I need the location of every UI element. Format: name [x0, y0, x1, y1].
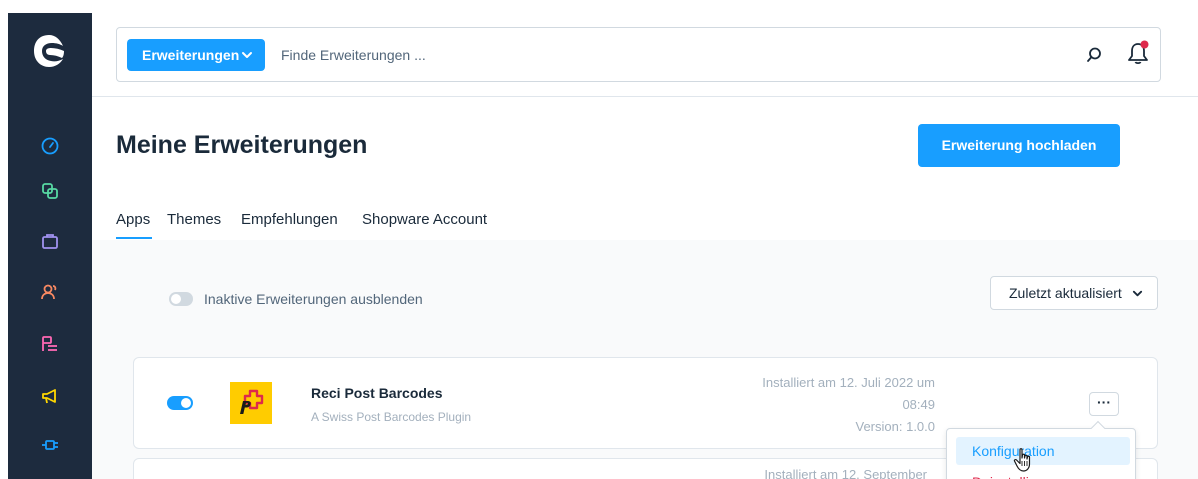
customers-icon[interactable] — [40, 282, 60, 302]
installed-date: Installiert am 12. September — [764, 467, 927, 479]
toggle-knob — [181, 398, 191, 408]
extension-active-toggle[interactable] — [167, 396, 193, 410]
tab-recommendations[interactable]: Empfehlungen — [241, 211, 338, 228]
search-input[interactable] — [281, 41, 1061, 69]
installed-date: Installiert am 12. Juli 2022 um — [762, 375, 935, 390]
marketing-icon[interactable] — [40, 386, 60, 406]
extension-context-menu: Konfiguration Deinstallieren — [946, 420, 1136, 479]
tab-shopware-account[interactable]: Shopware Account — [362, 211, 487, 228]
search-icon[interactable] — [1085, 46, 1103, 64]
page-title: Meine Erweiterungen — [116, 131, 368, 159]
sort-select-value: Zuletzt aktualisiert — [1009, 285, 1122, 301]
more-actions-button[interactable]: ··· — [1089, 392, 1119, 416]
hand-pointer-icon — [1013, 448, 1031, 472]
menu-item-configuration[interactable]: Konfiguration — [956, 437, 1130, 465]
sort-select[interactable]: Zuletzt aktualisiert — [990, 276, 1158, 310]
hide-inactive-toggle[interactable] — [169, 292, 193, 306]
orders-icon[interactable] — [40, 231, 60, 251]
dashboard-icon[interactable] — [40, 136, 60, 156]
extension-description: A Swiss Post Barcodes Plugin — [311, 410, 472, 424]
toggle-knob — [171, 294, 181, 304]
extension-install-info: Installiert am 12. Juli 2022 um 08:49 Ve… — [695, 372, 935, 438]
extension-version: Version: 1.0.0 — [855, 419, 936, 434]
extensions-icon[interactable] — [40, 435, 60, 455]
chevron-down-icon — [242, 52, 252, 58]
menu-item-uninstall[interactable]: Deinstallieren — [956, 469, 1130, 479]
upload-extension-button[interactable]: Erweiterung hochladen — [918, 124, 1120, 167]
hide-inactive-label: Inaktive Erweiterungen ausblenden — [204, 291, 423, 307]
admin-sidebar — [8, 13, 92, 479]
active-tab-indicator — [116, 237, 152, 239]
installed-time: 08:49 — [902, 397, 935, 412]
extension-name: Reci Post Barcodes — [311, 385, 443, 401]
chevron-down-icon — [1132, 290, 1143, 297]
swiss-post-logo-icon — [230, 382, 272, 424]
header-divider — [92, 96, 1198, 97]
global-search: Erweiterungen — [116, 27, 1161, 82]
tab-apps[interactable]: Apps — [116, 211, 150, 228]
search-type-label: Erweiterungen — [142, 47, 240, 63]
shopware-logo-icon[interactable] — [29, 31, 69, 71]
notification-bell-icon[interactable] — [1126, 40, 1150, 66]
content-icon[interactable] — [40, 334, 60, 354]
search-type-dropdown[interactable]: Erweiterungen — [127, 39, 265, 71]
tab-themes[interactable]: Themes — [167, 211, 221, 228]
catalogue-icon[interactable] — [40, 181, 60, 201]
